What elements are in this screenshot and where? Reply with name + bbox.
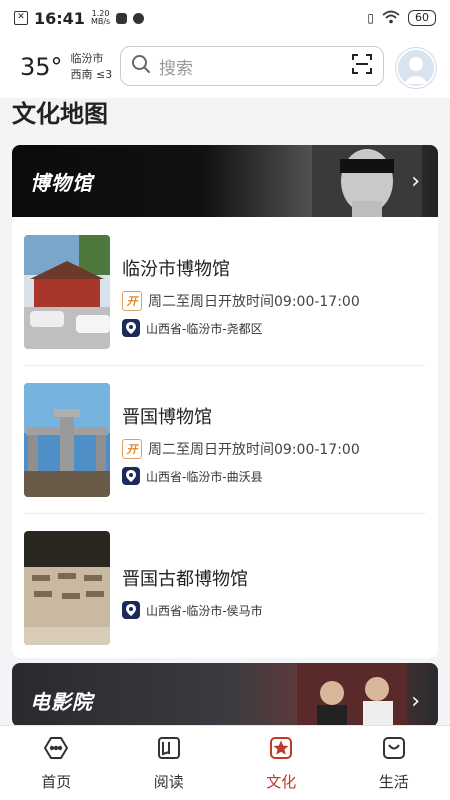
location-text: 山西省-临汾市-曲沃县 xyxy=(146,469,263,484)
museum-name: 晋国古都博物馆 xyxy=(122,569,248,590)
museum-banner[interactable]: 博物馆 › xyxy=(12,145,438,217)
open-badge-icon: 开 xyxy=(122,291,142,311)
museum-photo xyxy=(24,531,110,645)
cinema-banner[interactable]: 电影院 › xyxy=(12,663,438,727)
weather-wind: 西南 ≤3 xyxy=(70,68,113,81)
status-time: 16:41 xyxy=(34,8,85,28)
museum-photo xyxy=(24,235,110,349)
status-left: ✕ 16:41 1.20 MB/s xyxy=(14,8,145,28)
opening-hours-text: 周二至周日开放时间09:00-17:00 xyxy=(148,442,360,458)
home-icon xyxy=(43,735,69,765)
museum-section-title: 博物馆 xyxy=(30,170,93,195)
museum-info: 临汾市博物馆 开 周二至周日开放时间09:00-17:00 山西省-临汾市-尧都… xyxy=(122,235,360,365)
nav-life[interactable]: 生活 xyxy=(338,726,450,800)
notification-icon: ✕ xyxy=(14,11,28,25)
weather-city: 临汾市 xyxy=(70,52,104,65)
statue-image xyxy=(312,145,422,217)
search-bar[interactable]: 搜索 xyxy=(120,46,384,86)
museum-location: 山西省-临汾市-侯马市 xyxy=(122,601,263,619)
cinema-image xyxy=(297,663,407,727)
nav-life-label: 生活 xyxy=(378,772,409,791)
museum-location: 山西省-临汾市-曲沃县 xyxy=(122,467,360,485)
culture-icon xyxy=(268,735,294,765)
location-text: 山西省-临汾市-尧都区 xyxy=(146,321,263,336)
search-icon xyxy=(131,54,151,78)
user-avatar[interactable] xyxy=(396,48,436,88)
museum-name: 临汾市博物馆 xyxy=(122,259,230,280)
status-right: ▯ 60 xyxy=(367,10,436,27)
museum-photo xyxy=(24,383,110,497)
battery-indicator: 60 xyxy=(408,10,436,26)
nav-read-label: 阅读 xyxy=(153,772,184,791)
wifi-icon xyxy=(382,10,400,27)
list-item[interactable]: 临汾市博物馆 开 周二至周日开放时间09:00-17:00 山西省-临汾市-尧都… xyxy=(12,217,438,365)
museum-section-card: 博物馆 › 临汾市博物馆 开 周二至周日开放时间09:00-17:00 山西省-… xyxy=(12,145,438,658)
cinema-section-title: 电影院 xyxy=(30,689,93,714)
net-speed: 1.20 MB/s xyxy=(91,10,110,26)
vibrate-icon: ▯ xyxy=(367,11,374,25)
life-icon xyxy=(381,735,407,765)
weather-temperature[interactable]: 35° xyxy=(20,53,63,81)
top-bar: 35° 临汾市 西南 ≤3 搜索 xyxy=(0,36,450,98)
open-badge-icon: 开 xyxy=(122,439,142,459)
app-notification-icon-2 xyxy=(133,12,145,24)
net-speed-unit: MB/s xyxy=(90,17,111,26)
chevron-right-icon: › xyxy=(411,689,420,714)
opening-hours: 开 周二至周日开放时间09:00-17:00 xyxy=(122,439,360,459)
location-pin-icon xyxy=(122,319,140,337)
bottom-nav: 首页 阅读 文化 生活 xyxy=(0,725,450,800)
status-bar: ✕ 16:41 1.20 MB/s ▯ 60 xyxy=(0,0,450,36)
book-icon xyxy=(156,735,182,765)
nav-culture[interactable]: 文化 xyxy=(225,726,338,800)
scan-icon[interactable] xyxy=(351,53,373,79)
cinema-section-card: 电影院 › xyxy=(12,663,438,727)
museum-info: 晋国古都博物馆 山西省-临汾市-侯马市 xyxy=(122,531,263,658)
museum-info: 晋国博物馆 开 周二至周日开放时间09:00-17:00 山西省-临汾市-曲沃县 xyxy=(122,383,360,513)
nav-read[interactable]: 阅读 xyxy=(113,726,226,800)
nav-home-label: 首页 xyxy=(41,772,72,791)
chevron-right-icon: › xyxy=(411,169,420,194)
search-input[interactable]: 搜索 xyxy=(159,54,343,79)
nav-home[interactable]: 首页 xyxy=(0,726,113,800)
app-notification-icon xyxy=(116,12,128,24)
weather-info[interactable]: 临汾市 西南 ≤3 xyxy=(71,51,113,83)
list-item[interactable]: 晋国古都博物馆 山西省-临汾市-侯马市 xyxy=(12,513,438,658)
opening-hours-text: 周二至周日开放时间09:00-17:00 xyxy=(148,294,360,310)
location-pin-icon xyxy=(122,601,140,619)
location-text: 山西省-临汾市-侯马市 xyxy=(146,603,263,618)
page-title: 文化地图 xyxy=(12,100,108,128)
opening-hours: 开 周二至周日开放时间09:00-17:00 xyxy=(122,291,360,311)
list-item[interactable]: 晋国博物馆 开 周二至周日开放时间09:00-17:00 山西省-临汾市-曲沃县 xyxy=(12,365,438,513)
museum-name: 晋国博物馆 xyxy=(122,407,212,428)
nav-culture-label: 文化 xyxy=(266,772,297,791)
museum-location: 山西省-临汾市-尧都区 xyxy=(122,319,360,337)
location-pin-icon xyxy=(122,467,140,485)
